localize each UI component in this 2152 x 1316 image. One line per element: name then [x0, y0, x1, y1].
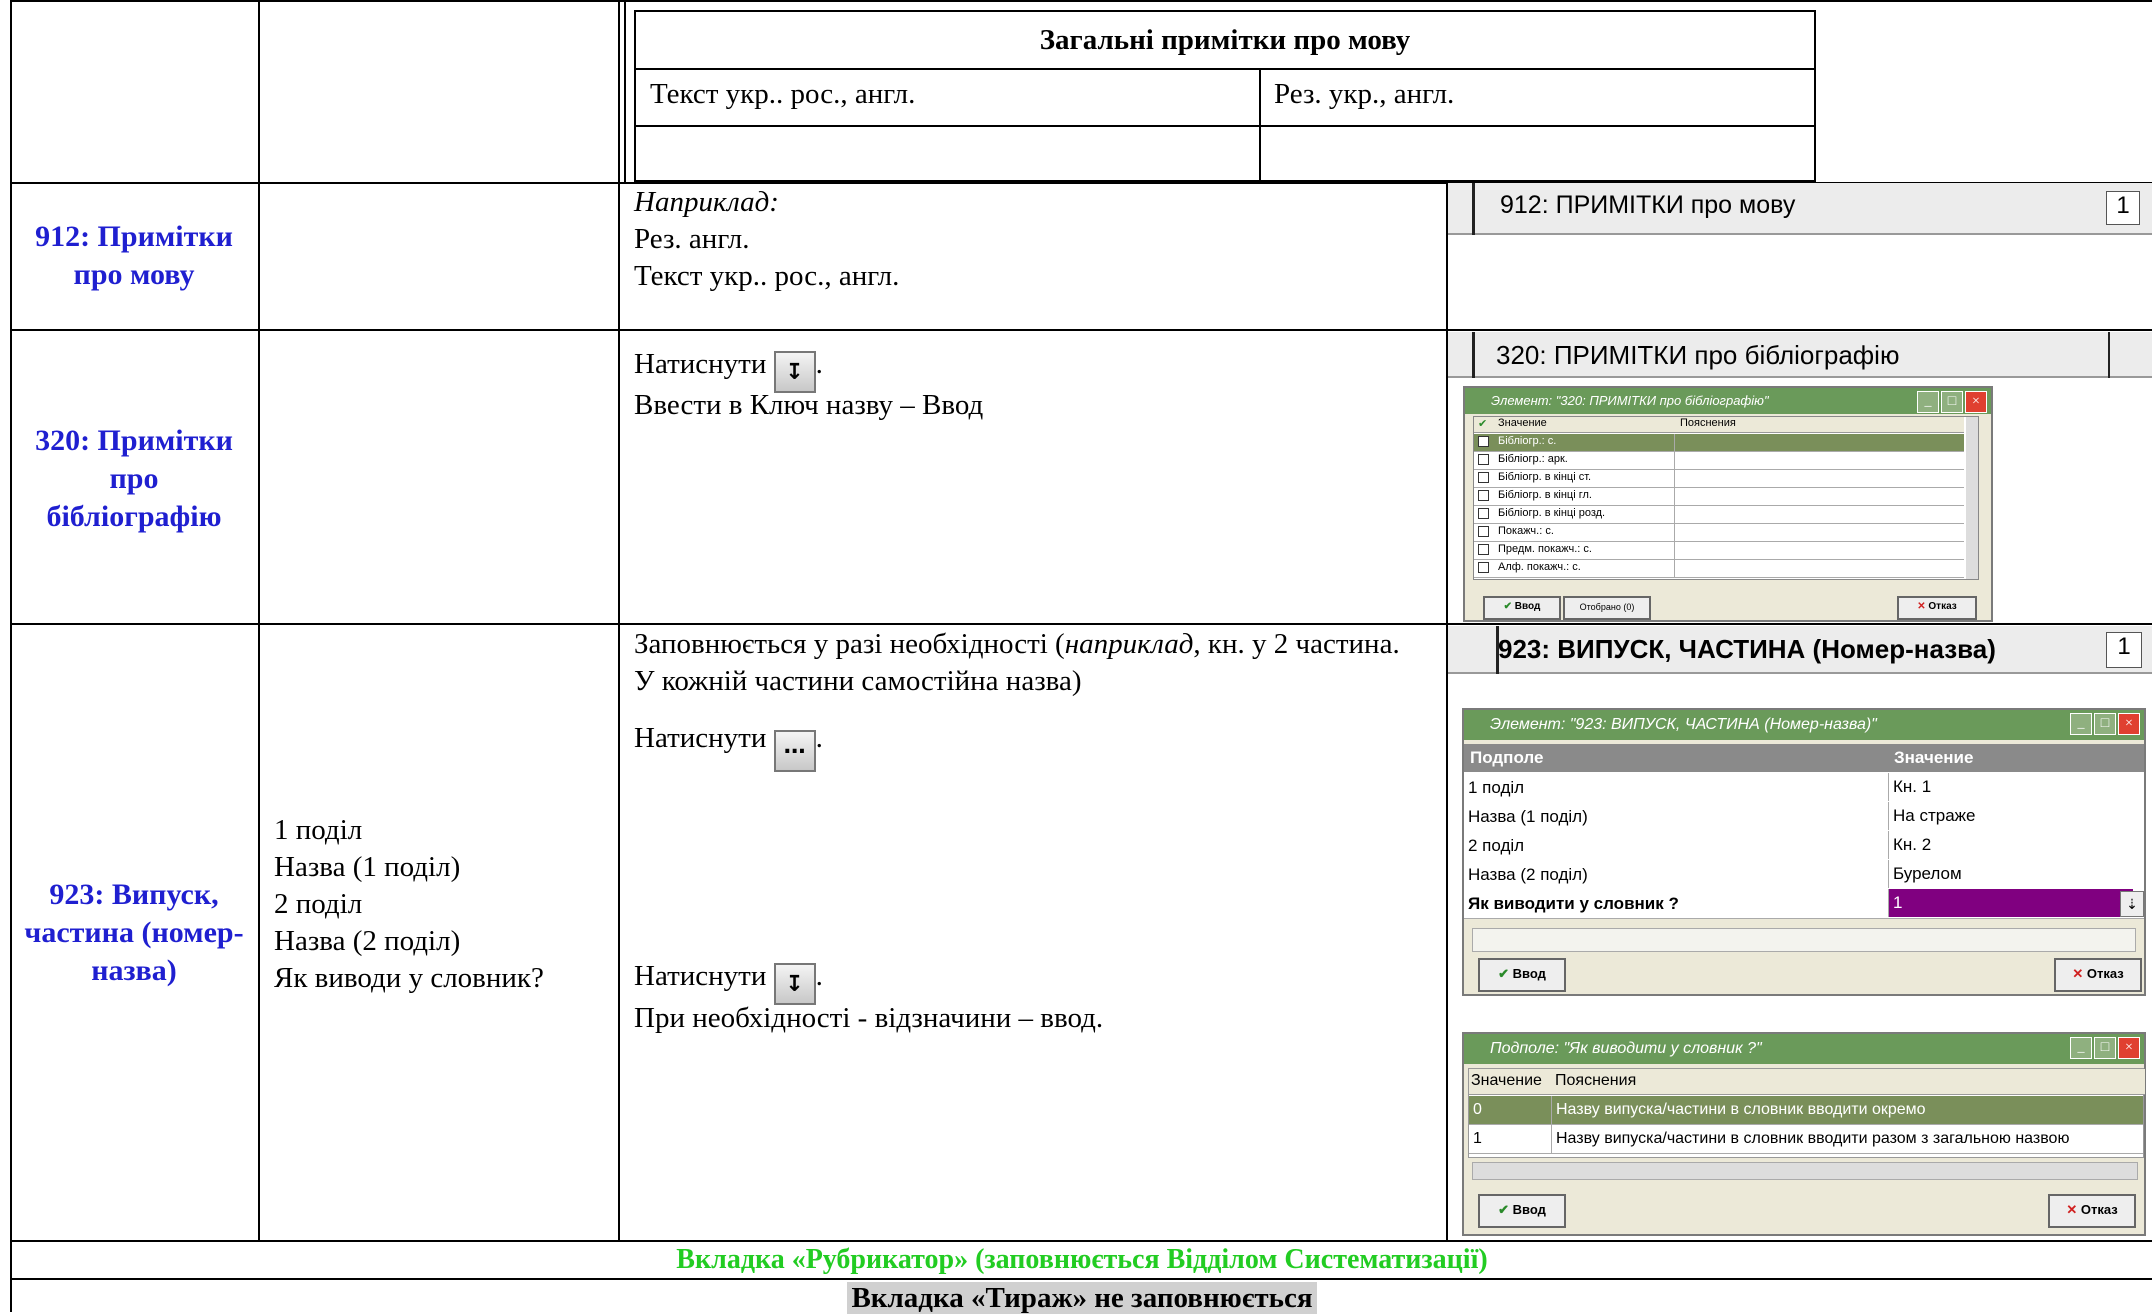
field-label-912: 912: Примітки про мову [35, 220, 233, 291]
scrollbar[interactable] [1472, 1162, 2138, 1180]
checkbox-icon[interactable] [1478, 544, 1489, 555]
field-923-label: 923: ВИПУСК, ЧАСТИНА (Номер-назва) [1498, 634, 1996, 664]
checkbox-icon[interactable] [1478, 490, 1489, 501]
table-row[interactable]: Як виводити у словник ? 1 ⇣ [1464, 889, 2144, 919]
dialog-subfield-title: Подполе: "Як виводити у словник ?" [1464, 1034, 2144, 1064]
rubricator-tab-note: Вкладка «Рубрикатор» (заповнюється Відді… [676, 1244, 1488, 1275]
language-table-cell-summary: Рез. укр., англ. [1274, 78, 1455, 110]
field-912-label: 912: ПРИМІТКИ про мову [1500, 191, 1796, 219]
field-320-label: 320: ПРИМІТКИ про бібліографію [1496, 340, 1900, 370]
minimize-icon[interactable]: _ [2070, 1037, 2092, 1059]
close-icon[interactable]: × [1965, 391, 1987, 413]
dialog-923-title: Элемент: "923: ВИПУСК, ЧАСТИНА (Номер-на… [1464, 710, 2144, 740]
table-row[interactable]: Назва (1 поділ) На страже [1464, 802, 2144, 832]
table-row[interactable]: Назва (2 поділ) Бурелом [1464, 860, 2144, 890]
field-label-320: 320: Примітки про бібліографію [35, 424, 233, 533]
cancel-button[interactable]: ✕ Отказ [2048, 1194, 2136, 1228]
checkbox-icon[interactable] [1478, 562, 1489, 573]
instruction-press-320: Натиснути ↧. [634, 346, 823, 393]
field-923-bar: 923: ВИПУСК, ЧАСТИНА (Номер-назва) 1 [1448, 626, 2152, 674]
field-912-count: 1 [2106, 191, 2140, 225]
ok-button[interactable]: ✔ Ввод [1483, 596, 1561, 620]
ok-button[interactable]: ✔ Ввод [1478, 1194, 1566, 1228]
instruction-press-923-b: Натиснути ↧. [634, 958, 823, 1005]
maximize-icon[interactable]: □ [2094, 713, 2116, 735]
language-table-cell-text: Текст укр.. рос., англ. [650, 78, 916, 110]
maximize-icon[interactable]: □ [2094, 1037, 2116, 1059]
subfield-1: 1 поділ [274, 814, 363, 846]
list-item[interactable]: Алф. покажч.: с. [1474, 560, 1964, 578]
ok-button[interactable]: ✔ Ввод [1478, 958, 1566, 992]
subfield-list: 1 поділ Назва (1 поділ) 2 поділ Назва (2… [274, 812, 544, 997]
dialog-subfield: Подполе: "Як виводити у словник ?" _ □ × З… [1462, 1032, 2146, 1236]
instruction-final-923: При необхідності - відзначини – ввод. [634, 1002, 1104, 1034]
selected-count-button[interactable]: Отобрано (0) [1563, 596, 1651, 620]
list-item[interactable]: Предм. покажч.: с. [1474, 542, 1964, 560]
checkbox-icon[interactable] [1478, 454, 1489, 465]
instruction-note-923: Заповнюється у разі необхідності (наприк… [634, 628, 1400, 697]
check-icon: ✔ [1478, 418, 1488, 430]
minimize-icon[interactable]: _ [2070, 713, 2092, 735]
subfield-5: Як виводи у словник? [274, 962, 544, 994]
down-arrow-icon[interactable]: ⇣ [2120, 891, 2144, 917]
scrollbar[interactable] [1966, 417, 1978, 579]
instruction-press-923-a: Натиснути …. [634, 720, 823, 772]
list-item[interactable]: Бібліогр. в кінці гл. [1474, 488, 1964, 506]
list-item[interactable]: Бібліогр. в кінці розд. [1474, 506, 1964, 524]
example-line-2: Текст укр.. рос., англ. [634, 260, 900, 292]
language-notes-table: Загальні примітки про мову Текст укр.. р… [634, 10, 1816, 182]
close-icon[interactable]: × [2118, 713, 2140, 735]
dialog-320-title: Элемент: "320: ПРИМІТКИ про бібліографію… [1465, 388, 1991, 414]
subfield-2: Назва (1 поділ) [274, 851, 461, 883]
example-label: Наприклад: [634, 186, 779, 218]
dialog-320: Элемент: "320: ПРИМІТКИ про бібліографію… [1463, 386, 1993, 622]
maximize-icon[interactable]: □ [1941, 391, 1963, 413]
dialog-923: Элемент: "923: ВИПУСК, ЧАСТИНА (Номер-на… [1462, 708, 2146, 996]
table-row[interactable]: 1 поділ Кн. 1 [1464, 773, 2144, 803]
checkbox-icon[interactable] [1478, 508, 1489, 519]
list-item[interactable]: Бібліогр. в кінці ст. [1474, 470, 1964, 488]
down-arrow-icon[interactable]: ↧ [773, 963, 816, 1005]
subfield-4: Назва (2 поділ) [274, 925, 461, 957]
tirazh-tab-note: Вкладка «Тираж» не заповнюється [847, 1282, 1317, 1314]
list-item[interactable]: 0 Назву випуска/частини в словник вводити… [1469, 1096, 2143, 1125]
list-item[interactable]: Бібліогр.: арк. [1474, 452, 1964, 470]
language-table-title: Загальні примітки про мову [1039, 24, 1411, 56]
list-item[interactable]: Бібліогр.: с. [1474, 434, 1964, 452]
subfield-3: 2 поділ [274, 888, 363, 920]
checkbox-icon[interactable] [1478, 436, 1489, 447]
minimize-icon[interactable]: _ [1917, 391, 1939, 413]
table-row[interactable]: 2 поділ Кн. 2 [1464, 831, 2144, 861]
field-label-923: 923: Випуск, частина (номер-назва) [24, 878, 244, 987]
cancel-button[interactable]: ✕ Отказ [1897, 596, 1977, 620]
instruction-enter-key-320: Ввести в Ключ назву – Ввод [634, 389, 984, 421]
field-912-bar: 912: ПРИМІТКИ про мову 1 [1448, 183, 2152, 235]
field-320-bar: 320: ПРИМІТКИ про бібліографію [1448, 332, 2152, 378]
ellipsis-icon[interactable]: … [773, 730, 816, 772]
close-icon[interactable]: × [2118, 1037, 2140, 1059]
checkbox-icon[interactable] [1478, 526, 1489, 537]
cancel-button[interactable]: ✕ Отказ [2054, 958, 2142, 992]
example-line-1: Рез. англ. [634, 223, 750, 255]
checkbox-icon[interactable] [1478, 472, 1489, 483]
list-item[interactable]: 1 Назву випуска/частини в словник вводити… [1469, 1125, 2143, 1154]
list-item[interactable]: Покажч.: с. [1474, 524, 1964, 542]
field-923-count: 1 [2106, 632, 2142, 668]
